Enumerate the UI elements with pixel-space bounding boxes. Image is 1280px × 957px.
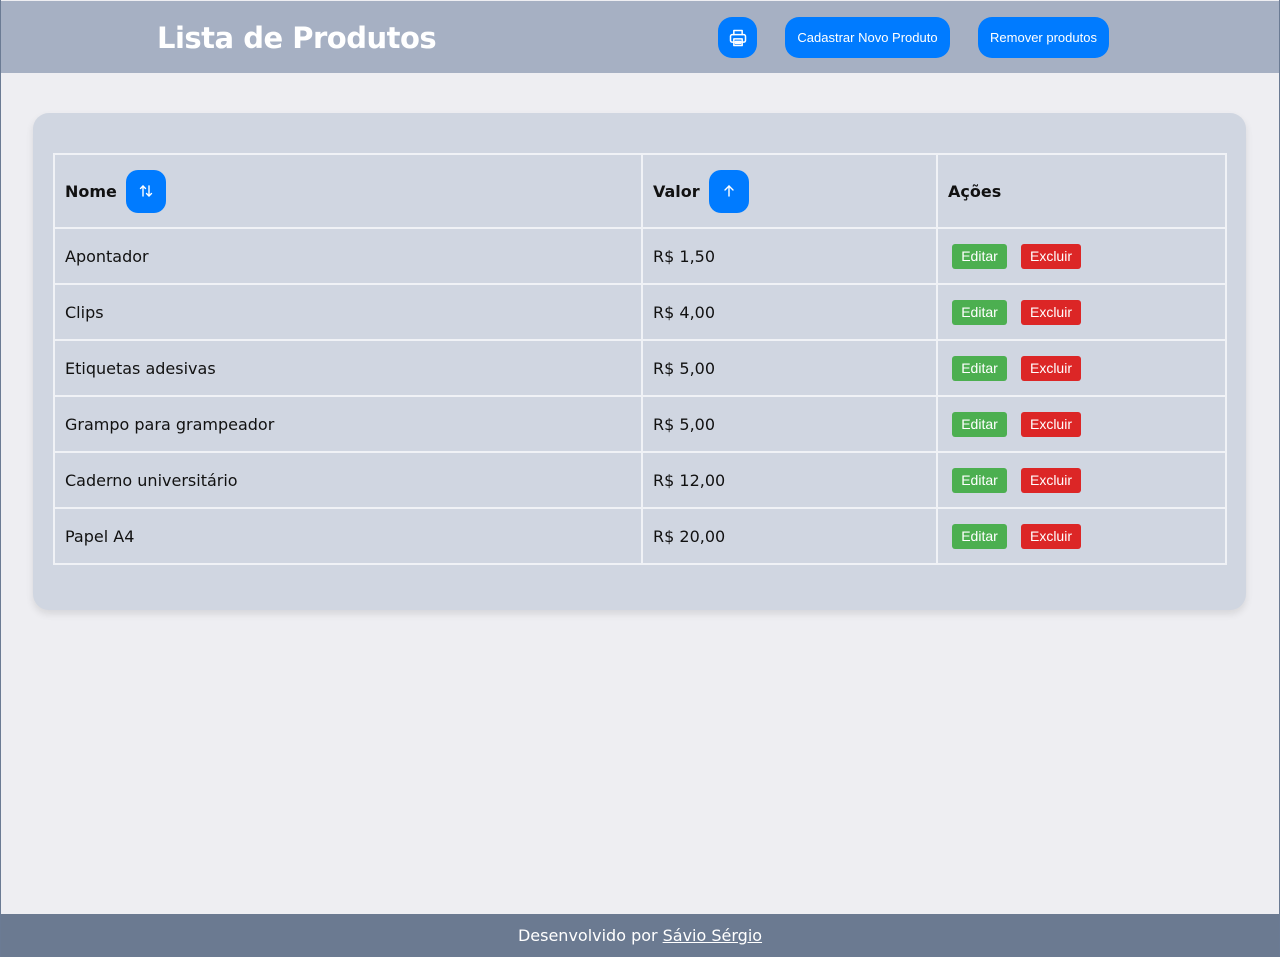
product-name-cell: Grampo para grampeador (53, 395, 643, 453)
cadastrar-novo-produto-button[interactable]: Cadastrar Novo Produto (785, 17, 950, 58)
edit-button[interactable]: Editar (952, 243, 1007, 269)
table-row: Clips R$ 4,00 Editar Excluir (53, 283, 1227, 341)
table-row: Caderno universitário R$ 12,00 Editar Exc… (53, 451, 1227, 509)
sort-nome-button[interactable] (125, 169, 166, 213)
table-header-row: Nome Valor Ações (53, 153, 1227, 229)
product-price-cell: R$ 20,00 (641, 507, 938, 565)
product-name-cell: Etiquetas adesivas (53, 339, 643, 397)
actions-cell: Editar Excluir (936, 227, 1227, 285)
sort-valor-button[interactable] (708, 169, 749, 213)
actions-cell: Editar Excluir (936, 507, 1227, 565)
product-name-cell: Papel A4 (53, 507, 643, 565)
delete-button[interactable]: Excluir (1021, 523, 1081, 549)
page-footer: Desenvolvido por Sávio Sérgio (1, 914, 1279, 957)
sort-arrows-icon (138, 183, 154, 199)
column-header-nome: Nome (53, 153, 643, 229)
product-list-card: Nome Valor Ações Apontador R$ 1,50 Edita… (33, 113, 1246, 610)
delete-button[interactable]: Excluir (1021, 467, 1081, 493)
edit-button[interactable]: Editar (952, 523, 1007, 549)
window-border-left (0, 0, 1, 957)
print-button[interactable] (718, 17, 757, 58)
page-title: Lista de Produtos (157, 21, 437, 55)
delete-button[interactable]: Excluir (1021, 299, 1081, 325)
column-header-nome-label: Nome (65, 181, 117, 201)
product-name-cell: Apontador (53, 227, 643, 285)
product-price-cell: R$ 5,00 (641, 395, 938, 453)
remover-produtos-button[interactable]: Remover produtos (978, 17, 1109, 58)
actions-cell: Editar Excluir (936, 339, 1227, 397)
column-header-valor-label: Valor (653, 181, 700, 201)
edit-button[interactable]: Editar (952, 411, 1007, 437)
printer-icon (728, 28, 748, 48)
product-name-cell: Caderno universitário (53, 451, 643, 509)
actions-cell: Editar Excluir (936, 451, 1227, 509)
actions-cell: Editar Excluir (936, 283, 1227, 341)
column-header-acoes: Ações (936, 153, 1227, 229)
top-header: Lista de Produtos Cadastrar Novo Produto… (1, 1, 1279, 73)
table-row: Etiquetas adesivas R$ 5,00 Editar Excluir (53, 339, 1227, 397)
footer-text: Desenvolvido por (517, 926, 658, 945)
edit-button[interactable]: Editar (952, 299, 1007, 325)
arrow-up-icon (721, 183, 737, 199)
edit-button[interactable]: Editar (952, 467, 1007, 493)
product-price-cell: R$ 12,00 (641, 451, 938, 509)
product-price-cell: R$ 1,50 (641, 227, 938, 285)
actions-cell: Editar Excluir (936, 395, 1227, 453)
edit-button[interactable]: Editar (952, 355, 1007, 381)
delete-button[interactable]: Excluir (1021, 411, 1081, 437)
table-row: Grampo para grampeador R$ 5,00 Editar Exc… (53, 395, 1227, 453)
delete-button[interactable]: Excluir (1021, 243, 1081, 269)
table-row: Papel A4 R$ 20,00 Editar Excluir (53, 507, 1227, 565)
delete-button[interactable]: Excluir (1021, 355, 1081, 381)
product-table: Nome Valor Ações Apontador R$ 1,50 Edita… (53, 153, 1227, 565)
author-link[interactable]: Sávio Sérgio (663, 926, 762, 945)
product-price-cell: R$ 5,00 (641, 339, 938, 397)
product-price-cell: R$ 4,00 (641, 283, 938, 341)
product-name-cell: Clips (53, 283, 643, 341)
column-header-valor: Valor (641, 153, 938, 229)
table-row: Apontador R$ 1,50 Editar Excluir (53, 227, 1227, 285)
